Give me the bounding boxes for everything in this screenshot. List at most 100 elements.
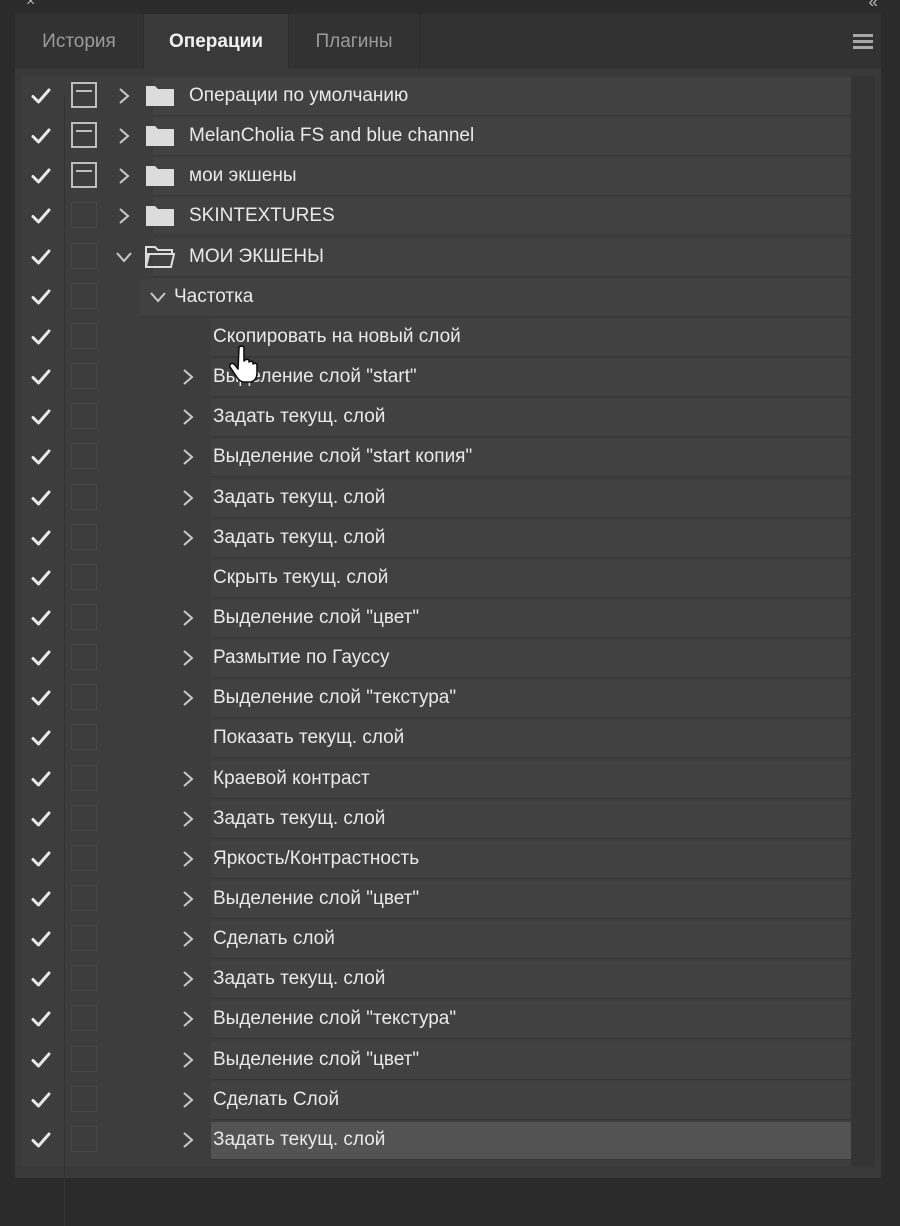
toggle-checkmark-icon[interactable]	[25, 759, 57, 799]
dialog-toggle-empty[interactable]	[71, 523, 97, 550]
dialog-toggle-empty[interactable]	[71, 483, 97, 510]
toggle-checkmark-icon[interactable]	[25, 919, 57, 959]
chevron-right-icon[interactable]	[113, 85, 135, 107]
chevron-right-icon[interactable]	[177, 768, 199, 790]
chevron-down-icon[interactable]	[113, 246, 135, 268]
dialog-toggle-empty[interactable]	[71, 1125, 97, 1152]
toggle-checkmark-icon[interactable]	[25, 397, 57, 437]
action-step-row[interactable]: Выделение слой "цвет"	[21, 1040, 851, 1080]
chevron-down-icon[interactable]	[147, 286, 169, 308]
actions-list[interactable]: Операции по умолчанию MelanCholia FS and …	[21, 76, 851, 1226]
action-step-row[interactable]: Выделение слой "цвет"	[21, 598, 851, 638]
action-step-row[interactable]: Задать текущ. слой	[21, 799, 851, 839]
chevron-right-icon[interactable]	[177, 366, 199, 388]
toggle-checkmark-icon[interactable]	[25, 1080, 57, 1120]
action-step-row[interactable]: Выделение слой "цвет"	[21, 879, 851, 919]
action-set-row[interactable]: мои экшены	[21, 156, 851, 197]
toggle-checkmark-icon[interactable]	[25, 799, 57, 839]
toggle-checkmark-icon[interactable]	[25, 879, 57, 919]
dialog-toggle-empty[interactable]	[71, 1085, 97, 1112]
dialog-toggle-empty[interactable]	[71, 804, 97, 831]
dialog-toggle-empty[interactable]	[71, 363, 97, 390]
dialog-toggle-empty[interactable]	[71, 1005, 97, 1032]
tab-plugins[interactable]: Плагины	[289, 14, 420, 69]
action-step-row[interactable]: Выделение слой "start"	[21, 357, 851, 398]
dialog-toggle-icon[interactable]	[71, 82, 97, 108]
action-set-row[interactable]: Операции по умолчанию	[21, 76, 851, 116]
chevron-right-icon[interactable]	[177, 848, 199, 870]
toggle-checkmark-icon[interactable]	[25, 237, 57, 277]
toggle-checkmark-icon[interactable]	[25, 196, 57, 236]
chevron-right-icon[interactable]	[177, 888, 199, 910]
dialog-toggle-empty[interactable]	[71, 925, 97, 952]
chevron-right-icon[interactable]	[177, 968, 199, 990]
chevron-right-icon[interactable]	[113, 125, 135, 147]
action-step-row[interactable]: Скрыть текущ. слой	[21, 558, 851, 598]
action-step-row[interactable]: Задать текущ. слой	[21, 959, 851, 1000]
chevron-right-icon[interactable]	[113, 165, 135, 187]
dialog-toggle-empty[interactable]	[71, 242, 97, 269]
dialog-toggle-empty[interactable]	[71, 282, 97, 309]
dialog-toggle-empty[interactable]	[71, 1045, 97, 1072]
action-step-row[interactable]: Задать текущ. слой	[21, 397, 851, 438]
action-step-row[interactable]: Скопировать на новый слой	[21, 317, 851, 357]
action-set-row[interactable]: SKINTEXTURES	[21, 196, 851, 237]
dialog-toggle-empty[interactable]	[71, 563, 97, 590]
toggle-checkmark-icon[interactable]	[25, 76, 57, 116]
dialog-toggle-empty[interactable]	[71, 844, 97, 871]
chevron-right-icon[interactable]	[177, 928, 199, 950]
dialog-toggle-empty[interactable]	[71, 684, 97, 711]
action-step-row[interactable]: Задать текущ. слой	[21, 478, 851, 518]
dialog-toggle-empty[interactable]	[71, 403, 97, 430]
dialog-toggle-empty[interactable]	[71, 724, 97, 751]
toggle-checkmark-icon[interactable]	[25, 959, 57, 999]
action-step-row[interactable]: Размытие по Гауссу	[21, 638, 851, 679]
action-row[interactable]: Частотка	[21, 277, 851, 317]
dialog-toggle-empty[interactable]	[71, 443, 97, 470]
dialog-toggle-icon[interactable]	[71, 122, 97, 149]
dialog-toggle-empty[interactable]	[71, 202, 97, 229]
dialog-toggle-icon[interactable]	[71, 162, 97, 189]
toggle-checkmark-icon[interactable]	[25, 558, 57, 598]
toggle-checkmark-icon[interactable]	[25, 678, 57, 718]
chevron-right-icon[interactable]	[177, 607, 199, 629]
action-step-row[interactable]: Сделать слой	[21, 919, 851, 960]
action-step-row[interactable]: Задать текущ. слой	[21, 1120, 851, 1160]
toggle-checkmark-icon[interactable]	[25, 1040, 57, 1080]
toggle-checkmark-icon[interactable]	[25, 839, 57, 879]
chevron-right-icon[interactable]	[177, 487, 199, 509]
chevron-right-icon[interactable]	[177, 647, 199, 669]
chevron-right-icon[interactable]	[113, 205, 135, 227]
chevron-right-icon[interactable]	[177, 527, 199, 549]
action-step-row[interactable]: Яркость/Контрастность	[21, 839, 851, 879]
toggle-checkmark-icon[interactable]	[25, 357, 57, 397]
toggle-checkmark-icon[interactable]	[25, 598, 57, 638]
hamburger-menu-icon[interactable]	[853, 34, 873, 49]
toggle-checkmark-icon[interactable]	[25, 317, 57, 357]
toggle-checkmark-icon[interactable]	[25, 999, 57, 1039]
scrollbar[interactable]	[851, 76, 875, 1166]
toggle-checkmark-icon[interactable]	[25, 718, 57, 758]
action-step-row[interactable]: Задать текущ. слой	[21, 518, 851, 558]
tab-actions[interactable]: Операции	[144, 14, 289, 69]
action-set-row[interactable]: МОИ ЭКШЕНЫ	[21, 237, 851, 277]
toggle-checkmark-icon[interactable]	[25, 1120, 57, 1160]
dialog-toggle-empty[interactable]	[71, 764, 97, 791]
action-set-row[interactable]: MelanCholia FS and blue channel	[21, 116, 851, 157]
chevron-right-icon[interactable]	[177, 1129, 199, 1151]
chevron-right-icon[interactable]	[177, 808, 199, 830]
chevron-right-icon[interactable]	[177, 406, 199, 428]
dialog-toggle-empty[interactable]	[71, 885, 97, 911]
toggle-checkmark-icon[interactable]	[25, 156, 57, 196]
action-step-row[interactable]: Сделать Слой	[21, 1080, 851, 1120]
chevron-right-icon[interactable]	[177, 687, 199, 709]
chevron-right-icon[interactable]	[177, 1089, 199, 1111]
toggle-checkmark-icon[interactable]	[25, 478, 57, 518]
toggle-checkmark-icon[interactable]	[25, 116, 57, 156]
close-icon[interactable]: ×	[26, 0, 35, 11]
collapse-icon[interactable]: «	[869, 0, 879, 12]
chevron-right-icon[interactable]	[177, 1008, 199, 1030]
dialog-toggle-empty[interactable]	[71, 965, 97, 992]
dialog-toggle-empty[interactable]	[71, 603, 97, 630]
toggle-checkmark-icon[interactable]	[25, 638, 57, 678]
